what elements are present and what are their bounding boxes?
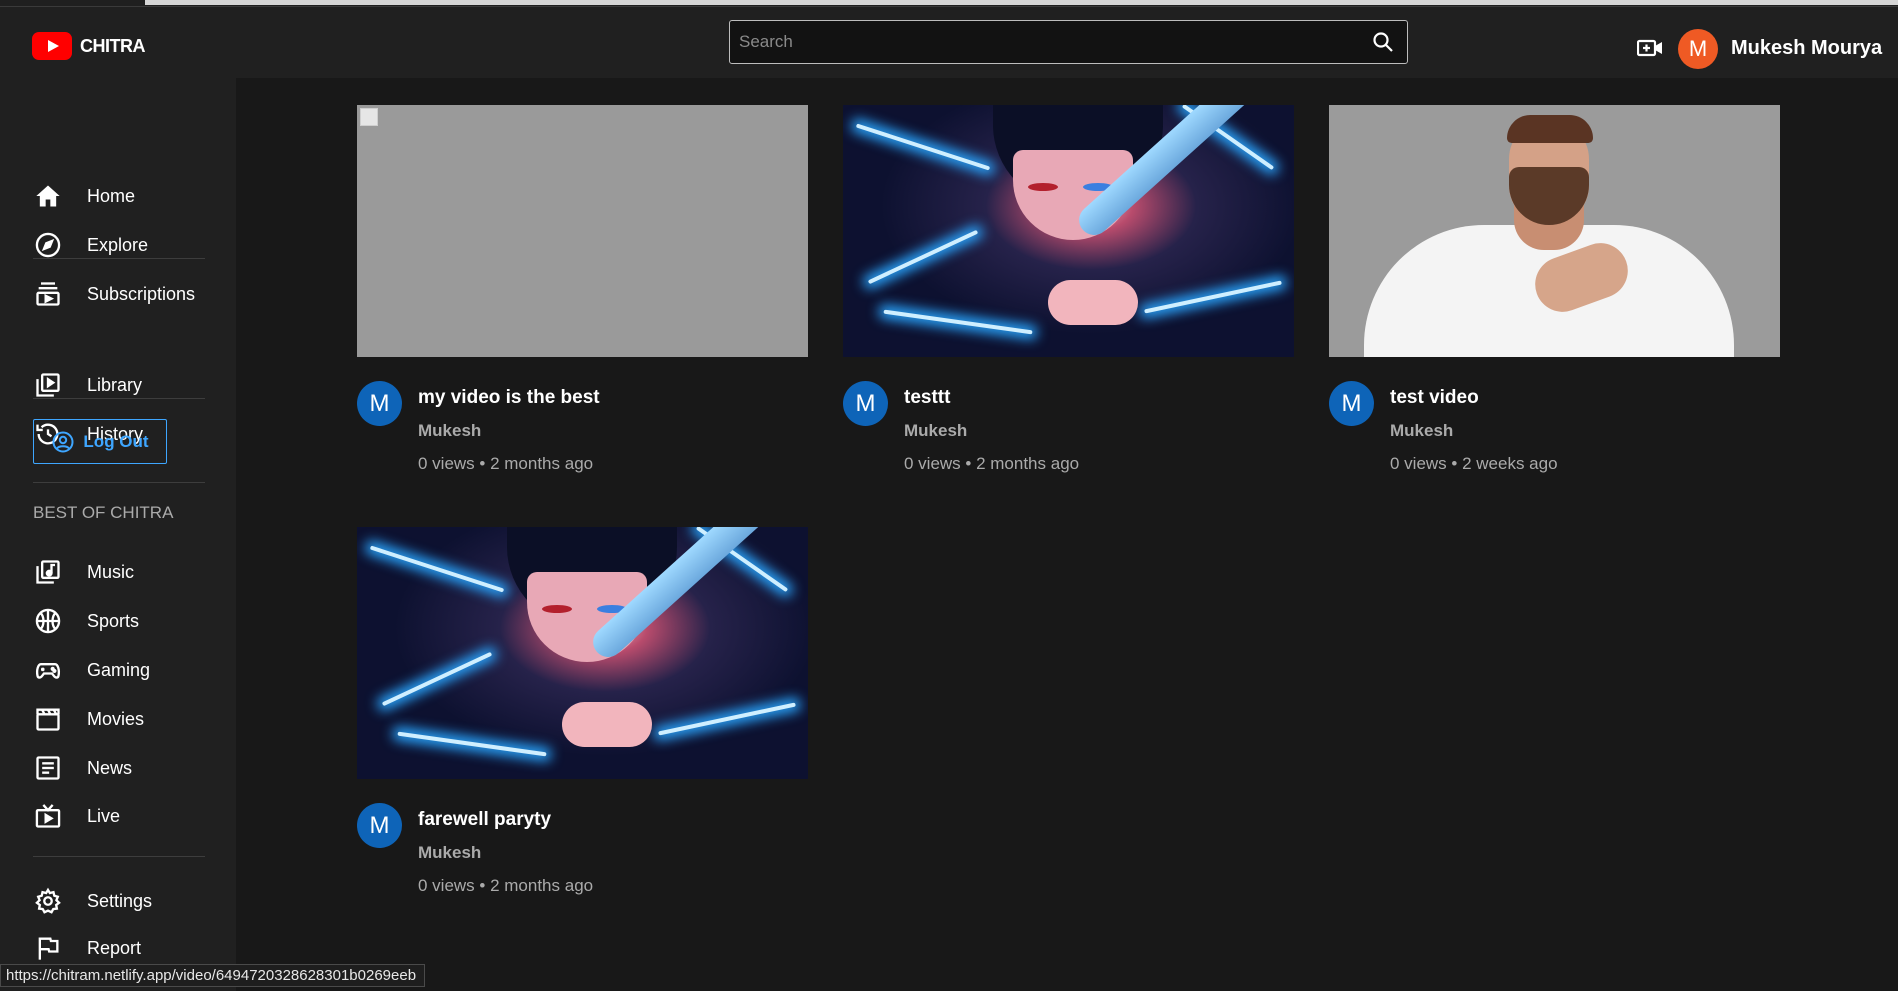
app-header: CHITRA M Mukesh Mourya [0, 7, 1898, 78]
sidebar: Home Explore Subscriptions Library Histo… [0, 78, 236, 991]
video-meta: M farewell paryty Mukesh 0 views • 2 mon… [357, 803, 808, 903]
sidebar-item-label: Subscriptions [87, 283, 196, 304]
video-thumbnail[interactable] [1329, 105, 1780, 357]
sidebar-item-label: Report [87, 937, 142, 958]
channel-avatar[interactable]: M [357, 381, 402, 426]
channel-avatar[interactable]: M [1329, 381, 1374, 426]
channel-name[interactable]: Mukesh [904, 421, 967, 441]
account-circle-icon [52, 431, 74, 452]
sidebar-divider [33, 856, 205, 857]
logout-button[interactable]: Log Out [33, 419, 167, 464]
video-stats: 0 views • 2 weeks ago [1390, 454, 1558, 473]
user-name[interactable]: Mukesh Mourya [1731, 37, 1882, 60]
channel-name[interactable]: Mukesh [418, 421, 481, 441]
create-video-icon[interactable] [1637, 38, 1663, 58]
home-icon [34, 182, 62, 210]
video-meta: M my video is the best Mukesh 0 views • … [357, 381, 808, 481]
browser-scroll-indicator [145, 0, 1898, 5]
gaming-icon [34, 656, 62, 684]
app-logo[interactable]: CHITRA [32, 32, 146, 60]
subscriptions-icon [34, 280, 62, 308]
video-title[interactable]: farewell paryty [418, 809, 551, 831]
broken-image-icon [360, 108, 378, 126]
browser-status-url: https://chitram.netlify.app/video/649472… [0, 964, 426, 987]
channel-name[interactable]: Mukesh [1390, 421, 1453, 441]
search-input[interactable] [730, 21, 1350, 63]
video-card[interactable]: M test video Mukesh 0 views • 2 weeks ag… [1329, 105, 1780, 481]
video-thumbnail[interactable] [357, 527, 808, 779]
video-stats: 0 views • 2 months ago [904, 454, 1080, 473]
library-icon [34, 371, 62, 399]
flag-icon [34, 934, 62, 962]
channel-name[interactable]: Mukesh [418, 843, 481, 863]
sidebar-item-label: Library [87, 374, 143, 395]
sidebar-item-label: Movies [87, 708, 145, 729]
sidebar-item-home[interactable]: Home [0, 176, 236, 216]
sidebar-divider [33, 482, 205, 483]
video-meta: M test video Mukesh 0 views • 2 weeks ag… [1329, 381, 1780, 481]
video-stats: 0 views • 2 months ago [418, 454, 594, 473]
video-title[interactable]: test video [1390, 387, 1479, 409]
sidebar-item-library[interactable]: Library [0, 365, 236, 405]
search-bar [729, 20, 1408, 64]
sidebar-item-movies[interactable]: Movies [0, 699, 236, 739]
video-thumbnail[interactable] [357, 105, 808, 357]
sports-icon [34, 607, 62, 635]
user-avatar[interactable]: M [1678, 29, 1718, 69]
sidebar-item-label: Sports [87, 610, 140, 631]
sidebar-item-label: Home [87, 185, 136, 206]
video-thumbnail[interactable] [843, 105, 1294, 357]
play-logo-icon [32, 32, 72, 60]
browser-top-bar [0, 0, 1898, 7]
sidebar-item-report[interactable]: Report [0, 928, 236, 968]
sidebar-divider [33, 258, 205, 259]
app-name: CHITRA [80, 35, 146, 56]
sidebar-item-label: Gaming [87, 659, 151, 680]
sidebar-item-label: News [87, 757, 133, 778]
video-card[interactable]: M my video is the best Mukesh 0 views • … [357, 105, 808, 481]
sidebar-divider [33, 398, 205, 399]
news-icon [34, 754, 62, 782]
sidebar-item-label: Explore [87, 234, 149, 255]
movies-icon [34, 705, 62, 733]
sidebar-item-news[interactable]: News [0, 748, 236, 788]
video-card[interactable]: M farewell paryty Mukesh 0 views • 2 mon… [357, 527, 808, 903]
compass-icon [34, 231, 62, 259]
video-title[interactable]: testtt [904, 387, 950, 409]
video-meta: M testtt Mukesh 0 views • 2 months ago [843, 381, 1294, 481]
sidebar-item-label: Settings [87, 890, 153, 911]
sidebar-item-label: Live [87, 805, 121, 826]
sidebar-item-gaming[interactable]: Gaming [0, 650, 236, 690]
channel-avatar[interactable]: M [843, 381, 888, 426]
channel-avatar[interactable]: M [357, 803, 402, 848]
settings-icon [34, 887, 62, 915]
sidebar-item-explore[interactable]: Explore [0, 225, 236, 265]
sidebar-item-label: Music [87, 561, 135, 582]
sidebar-item-music[interactable]: Music [0, 552, 236, 592]
video-stats: 0 views • 2 months ago [418, 876, 594, 895]
sidebar-item-sports[interactable]: Sports [0, 601, 236, 641]
section-title-best-of: BEST OF CHITRA [33, 503, 174, 522]
search-icon[interactable] [1371, 30, 1395, 54]
sidebar-item-settings[interactable]: Settings [0, 881, 236, 921]
music-icon [34, 558, 62, 586]
video-title[interactable]: my video is the best [418, 387, 600, 409]
sidebar-item-subscriptions[interactable]: Subscriptions [0, 274, 236, 314]
logout-label: Log Out [83, 431, 149, 451]
live-icon [34, 802, 62, 830]
video-card[interactable]: M testtt Mukesh 0 views • 2 months ago [843, 105, 1294, 481]
sidebar-item-live[interactable]: Live [0, 796, 236, 836]
